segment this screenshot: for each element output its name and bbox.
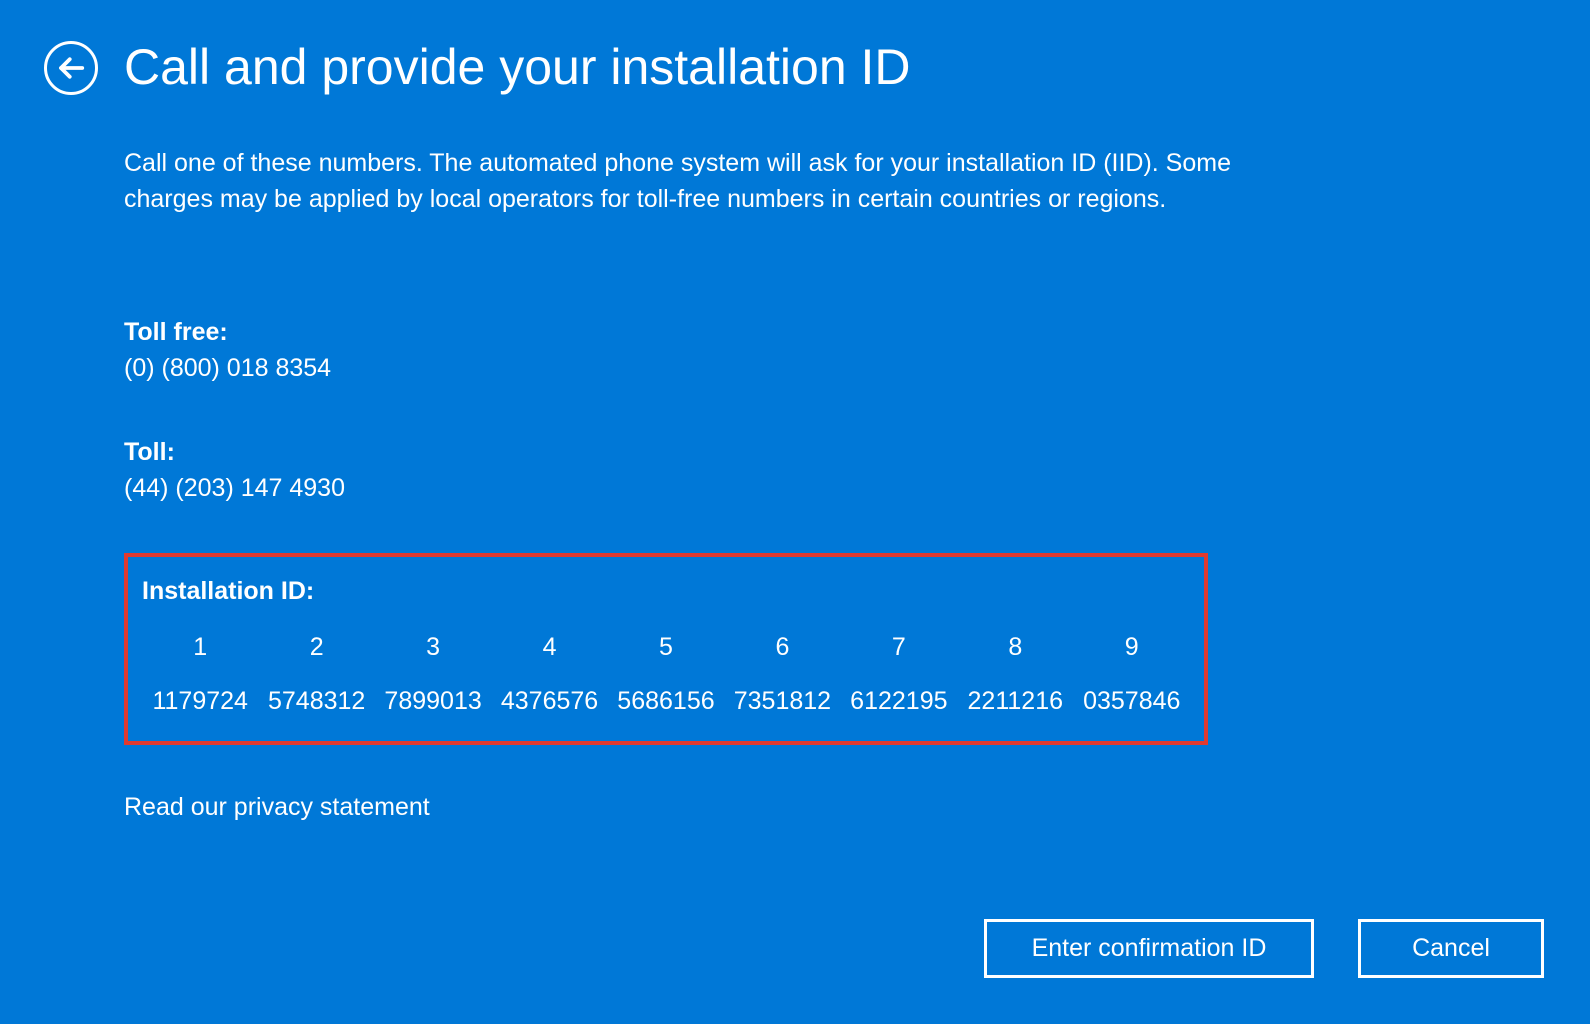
iid-group: 7899013 bbox=[375, 683, 491, 719]
iid-index: 6 bbox=[724, 629, 840, 683]
iid-index: 3 bbox=[375, 629, 491, 683]
toll-section: Toll: (44) (203) 147 4930 bbox=[124, 434, 1324, 507]
activation-iid-screen: Call and provide your installation ID Ca… bbox=[0, 0, 1590, 1024]
toll-free-section: Toll free: (0) (800) 018 8354 bbox=[124, 314, 1324, 387]
privacy-statement-link[interactable]: Read our privacy statement bbox=[124, 789, 1324, 825]
iid-index: 8 bbox=[957, 629, 1073, 683]
installation-id-label: Installation ID: bbox=[142, 573, 1190, 609]
iid-index: 7 bbox=[841, 629, 957, 683]
iid-group: 4376576 bbox=[491, 683, 607, 719]
iid-group: 5686156 bbox=[608, 683, 724, 719]
toll-number: (44) (203) 147 4930 bbox=[124, 470, 1324, 506]
iid-index: 2 bbox=[258, 629, 374, 683]
content-area: Call one of these numbers. The automated… bbox=[124, 145, 1324, 826]
back-button[interactable] bbox=[44, 41, 98, 95]
iid-index: 1 bbox=[142, 629, 258, 683]
iid-index: 4 bbox=[491, 629, 607, 683]
intro-text: Call one of these numbers. The automated… bbox=[124, 145, 1324, 218]
iid-group: 7351812 bbox=[724, 683, 840, 719]
iid-group: 1179724 bbox=[142, 683, 258, 719]
header: Call and provide your installation ID bbox=[44, 40, 911, 95]
iid-index: 9 bbox=[1074, 629, 1191, 683]
toll-label: Toll: bbox=[124, 434, 1324, 470]
cancel-button[interactable]: Cancel bbox=[1358, 919, 1544, 978]
action-bar: Enter confirmation ID Cancel bbox=[984, 919, 1544, 978]
installation-id-grid: 1 2 3 4 5 6 7 8 9 1179724 5748312 789901… bbox=[142, 629, 1190, 720]
arrow-left-icon bbox=[56, 53, 86, 83]
iid-group: 6122195 bbox=[841, 683, 957, 719]
installation-id-box: Installation ID: 1 2 3 4 5 6 7 8 9 11797… bbox=[124, 553, 1208, 746]
enter-confirmation-id-button[interactable]: Enter confirmation ID bbox=[984, 919, 1314, 978]
toll-free-number: (0) (800) 018 8354 bbox=[124, 350, 1324, 386]
page-title: Call and provide your installation ID bbox=[124, 40, 911, 95]
iid-group: 0357846 bbox=[1074, 683, 1191, 719]
iid-group: 2211216 bbox=[957, 683, 1073, 719]
iid-index: 5 bbox=[608, 629, 724, 683]
iid-group: 5748312 bbox=[258, 683, 374, 719]
toll-free-label: Toll free: bbox=[124, 314, 1324, 350]
